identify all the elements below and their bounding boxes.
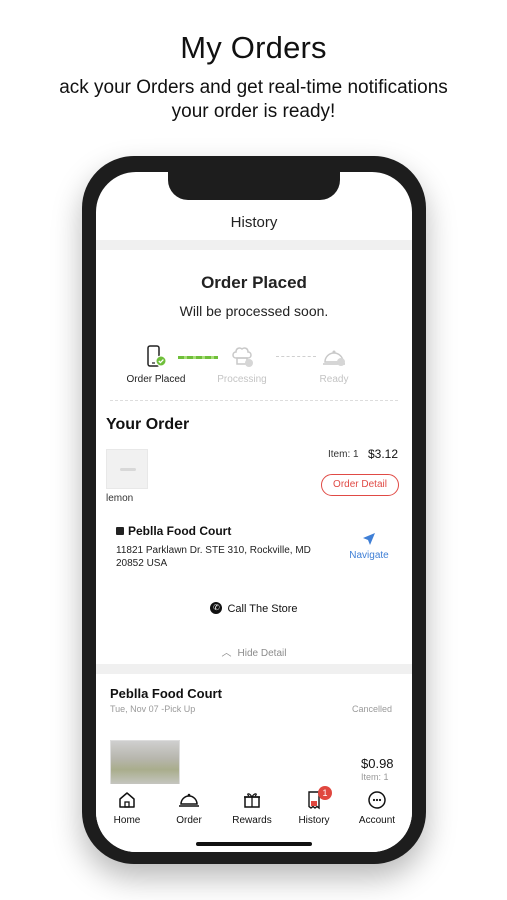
past-order-count: Item: 1 [361, 772, 389, 782]
chef-hat-icon [227, 344, 257, 370]
step-label: Order Placed [126, 374, 186, 385]
promo-subtitle-line1: ack your Orders and get real-time notifi… [59, 77, 448, 98]
tab-account[interactable]: Account [347, 790, 407, 826]
order-detail-button[interactable]: Order Detail [321, 474, 399, 496]
tab-label: History [298, 815, 330, 826]
tab-rewards[interactable]: Rewards [222, 790, 282, 826]
tab-label: Order [176, 815, 202, 826]
section-divider [96, 664, 412, 674]
account-icon [368, 791, 386, 809]
past-order-status: Cancelled [352, 704, 393, 714]
store-icon [116, 526, 124, 535]
step-ready: Ready [294, 344, 374, 385]
item-thumbnail [106, 449, 148, 489]
call-store-button[interactable]: ✆ Call The Store [96, 602, 412, 615]
section-divider [96, 240, 412, 250]
home-icon [119, 792, 135, 808]
phone-icon: ✆ [210, 602, 223, 615]
item-name: lemon [106, 493, 134, 504]
past-order-price: $0.98 [361, 756, 394, 771]
cloche-icon [319, 344, 349, 370]
tab-label: Account [358, 815, 396, 826]
step-processing: Processing [202, 344, 282, 385]
past-order-thumbnail [110, 740, 180, 786]
your-order-heading: Your Order [106, 416, 190, 433]
phone-screen: History Order Placed Will be processed s… [96, 172, 412, 852]
order-progress-steps: Order Placed Processing Ready [116, 344, 396, 392]
tab-order[interactable]: Order [159, 790, 219, 826]
cloche-icon [179, 793, 199, 807]
past-order-date: Tue, Nov 07 -Pick Up [110, 704, 196, 714]
bottom-tab-bar: Home Order Rewards 1 History Account [96, 784, 412, 852]
chevron-up-icon: ︿ [221, 648, 232, 659]
hide-detail-label: Hide Detail [237, 648, 287, 659]
step-order-placed: Order Placed [116, 344, 196, 385]
tab-history[interactable]: 1 History [284, 786, 344, 826]
dashed-divider [110, 400, 398, 401]
store-name: Peblla Food Court [116, 524, 231, 538]
store-info: Peblla Food Court 11821 Parklawn Dr. STE… [110, 524, 398, 584]
navigate-button[interactable]: Navigate [344, 532, 394, 561]
item-count: Item: 1 [328, 449, 359, 460]
page-title: History [230, 214, 278, 231]
call-store-label: Call The Store [227, 603, 298, 615]
promo-subtitle: ack your Orders and get real-time notifi… [0, 76, 507, 124]
promo-subtitle-line2: your order is ready! [171, 101, 336, 122]
home-indicator[interactable] [196, 842, 312, 846]
phone-frame: History Order Placed Will be processed s… [82, 156, 426, 864]
tab-home[interactable]: Home [97, 790, 157, 826]
hide-detail-button[interactable]: ︿ Hide Detail [96, 644, 412, 659]
step-label: Ready [319, 374, 349, 385]
tab-label: Rewards [232, 815, 272, 826]
phone-order-icon [141, 344, 171, 370]
notification-badge: 1 [318, 786, 332, 800]
store-name-text: Peblla Food Court [128, 524, 232, 538]
phone-notch [168, 172, 340, 200]
promo-title: My Orders [180, 30, 327, 65]
navigate-label: Navigate [349, 550, 389, 561]
tab-label: Home [113, 815, 141, 826]
gift-icon [244, 793, 260, 808]
order-status-subtitle: Will be processed soon. [179, 303, 329, 319]
navigation-arrow-icon [363, 533, 375, 545]
step-label: Processing [217, 374, 267, 385]
item-price: $3.12 [368, 447, 399, 461]
order-status-title: Order Placed [201, 273, 307, 292]
store-address: 11821 Parklawn Dr. STE 310, Rockville, M… [116, 545, 311, 569]
past-order-store-name[interactable]: Peblla Food Court [110, 686, 222, 701]
